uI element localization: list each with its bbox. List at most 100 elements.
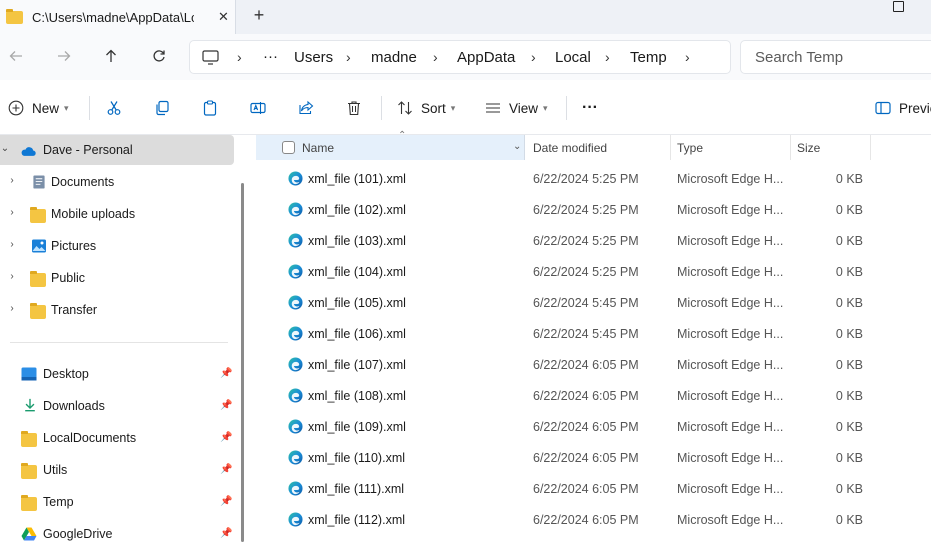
table-row[interactable]: xml_file (107).xml 6/22/2024 6:05 PM Micro… (252, 350, 931, 381)
file-name: xml_file (112).xml (308, 513, 406, 527)
column-size[interactable]: Size (797, 141, 820, 155)
sidebar-item-label: Pictures (51, 239, 97, 253)
file-name: xml_file (103).xml (308, 234, 406, 248)
chevron-down-icon[interactable]: ⌄ (513, 141, 521, 152)
view-button[interactable]: View ▾ (485, 97, 548, 119)
sidebar-item-mobile-uploads[interactable]: › Mobile uploads (0, 199, 234, 229)
chevron-down-icon[interactable]: ⌄ (0, 143, 10, 154)
chevron-right-icon: › (346, 49, 351, 65)
sort-label: Sort (421, 100, 446, 116)
back-button[interactable] (6, 46, 26, 66)
sidebar-item-utils[interactable]: Utils 📌 (0, 455, 234, 485)
refresh-icon (153, 50, 165, 62)
breadcrumb-users[interactable]: Users (294, 49, 333, 66)
new-tab-button[interactable]: + (251, 5, 267, 26)
column-date-modified[interactable]: Date modified (533, 141, 607, 155)
this-pc-icon (202, 50, 219, 65)
breadcrumb-local[interactable]: Local (555, 49, 591, 66)
table-row[interactable]: xml_file (104).xml 6/22/2024 5:25 PM Micro… (252, 257, 931, 288)
paste-button[interactable] (202, 97, 218, 119)
sidebar-item-desktop[interactable]: Desktop 📌 (0, 359, 234, 389)
column-divider[interactable] (790, 135, 791, 160)
column-header-row: Name ⌃ ⌄ Date modified Type Size (252, 130, 931, 160)
file-date-modified: 6/22/2024 5:25 PM (533, 265, 639, 279)
file-size: 0 KB (835, 172, 863, 186)
sidebar-item-transfer[interactable]: › Transfer (0, 295, 234, 325)
table-row[interactable]: xml_file (106).xml 6/22/2024 5:45 PM Micro… (252, 319, 931, 350)
sidebar-item-pictures[interactable]: › Pictures (0, 231, 234, 261)
edge-file-icon (288, 295, 303, 310)
table-row[interactable]: xml_file (108).xml 6/22/2024 6:05 PM Micro… (252, 381, 931, 412)
maximize-icon[interactable] (893, 1, 904, 12)
sidebar-item-googledrive[interactable]: GoogleDrive 📌 (0, 519, 234, 542)
search-input[interactable]: Search Temp (755, 49, 843, 66)
edge-file-icon (288, 326, 303, 341)
edge-file-icon (288, 481, 303, 496)
table-row[interactable]: xml_file (112).xml 6/22/2024 6:05 PM Micro… (252, 505, 931, 536)
pin-icon[interactable]: 📌 (220, 400, 232, 411)
address-bar[interactable]: › ··· Users › madne › AppData › Local › … (189, 40, 731, 74)
breadcrumb-overflow[interactable]: ··· (263, 48, 278, 65)
sidebar-item-dave-personal[interactable]: ⌄ Dave - Personal (0, 135, 234, 165)
column-header-name[interactable]: Name ⌃ ⌄ (256, 130, 525, 160)
more-options-button[interactable]: ··· (582, 97, 598, 119)
breadcrumb-temp[interactable]: Temp (630, 49, 667, 66)
file-type: Microsoft Edge H... (677, 327, 784, 341)
chevron-right-icon[interactable]: › (7, 303, 17, 314)
close-tab-icon[interactable]: ✕ (218, 9, 229, 25)
file-name: xml_file (111).xml (308, 482, 405, 496)
pin-icon[interactable]: 📌 (220, 464, 232, 475)
rename-button[interactable] (250, 97, 266, 119)
chevron-right-icon[interactable]: › (7, 239, 17, 250)
table-row[interactable]: xml_file (103).xml 6/22/2024 5:25 PM Micro… (252, 226, 931, 257)
sidebar-item-documents[interactable]: › Documents (0, 167, 234, 197)
table-row[interactable]: xml_file (109).xml 6/22/2024 6:05 PM Micro… (252, 412, 931, 443)
sidebar-item-label: Utils (43, 463, 68, 477)
file-date-modified: 6/22/2024 5:25 PM (533, 203, 639, 217)
file-date-modified: 6/22/2024 6:05 PM (533, 389, 639, 403)
chevron-right-icon[interactable]: › (7, 271, 17, 282)
chevron-right-icon[interactable]: › (7, 207, 17, 218)
pin-icon[interactable]: 📌 (220, 528, 232, 539)
table-row[interactable]: xml_file (111).xml 6/22/2024 6:05 PM Micro… (252, 474, 931, 505)
delete-button[interactable] (346, 97, 362, 119)
sidebar-item-localdocuments[interactable]: LocalDocuments 📌 (0, 423, 234, 453)
scissors-icon (107, 101, 121, 115)
column-type[interactable]: Type (677, 141, 703, 155)
sidebar-item-downloads[interactable]: Downloads 📌 (0, 391, 234, 421)
new-button[interactable]: New ▾ (8, 97, 69, 119)
desktop-icon (21, 367, 37, 381)
pin-icon[interactable]: 📌 (220, 496, 232, 507)
file-size: 0 KB (835, 389, 863, 403)
forward-button[interactable] (54, 46, 74, 66)
breadcrumb-madne[interactable]: madne (371, 49, 417, 66)
sidebar-item-label: Dave - Personal (43, 143, 133, 157)
table-row[interactable]: xml_file (105).xml 6/22/2024 5:45 PM Micro… (252, 288, 931, 319)
table-row[interactable]: xml_file (101).xml 6/22/2024 5:25 PM Micro… (252, 164, 931, 195)
table-row[interactable]: xml_file (110).xml 6/22/2024 6:05 PM Micro… (252, 443, 931, 474)
select-all-checkbox[interactable] (282, 141, 295, 154)
column-divider[interactable] (670, 135, 671, 160)
chevron-right-icon[interactable]: › (685, 49, 690, 65)
file-type: Microsoft Edge H... (677, 420, 784, 434)
copy-button[interactable] (154, 97, 170, 119)
sidebar-scrollbar[interactable] (241, 183, 244, 542)
refresh-button[interactable] (149, 46, 169, 66)
sort-button[interactable]: Sort ▾ (397, 97, 455, 119)
breadcrumb-appdata[interactable]: AppData (457, 49, 515, 66)
chevron-right-icon[interactable]: › (7, 175, 17, 186)
file-date-modified: 6/22/2024 5:25 PM (533, 172, 639, 186)
sidebar-item-public[interactable]: › Public (0, 263, 234, 293)
up-button[interactable] (101, 46, 121, 66)
pin-icon[interactable]: 📌 (220, 368, 232, 379)
share-button[interactable] (298, 97, 314, 119)
pin-icon[interactable]: 📌 (220, 432, 232, 443)
column-divider[interactable] (870, 135, 871, 160)
sidebar-item-label: Transfer (51, 303, 98, 317)
preview-button[interactable]: Previe (875, 97, 931, 119)
search-box[interactable]: Search Temp (740, 40, 931, 74)
sidebar-item-temp[interactable]: Temp 📌 (0, 487, 234, 517)
window-tab[interactable]: C:\Users\madne\AppData\Lc ✕ (0, 0, 236, 34)
cut-button[interactable] (106, 97, 122, 119)
table-row[interactable]: xml_file (102).xml 6/22/2024 5:25 PM Micro… (252, 195, 931, 226)
